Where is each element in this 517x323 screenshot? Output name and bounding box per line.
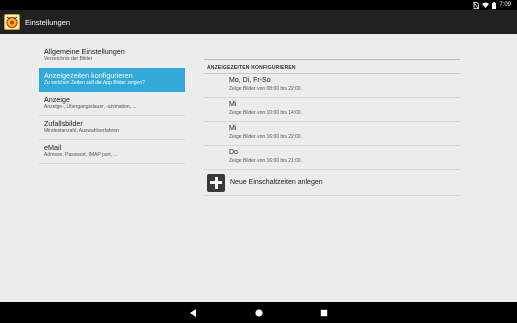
settings-item-subtitle: Verzeichnis der Bilder	[44, 56, 93, 62]
settings-item-subtitle: Mindestanzahl, Auswahlverfahren	[44, 128, 119, 134]
time-slot-range: Zeige Bilder von 10:00 bis 14:00.	[229, 110, 303, 116]
time-slot-days: Mi	[229, 125, 237, 132]
recent-square-icon[interactable]	[319, 308, 329, 318]
time-slot-days: Do	[229, 149, 238, 156]
time-slot-item[interactable]: Do Zeige Bilder von 16:00 bis 21:00.	[204, 146, 460, 170]
navigation-bar	[0, 302, 517, 323]
settings-item-title: Allgemeine Einstellungen	[44, 47, 125, 56]
plus-icon	[207, 173, 225, 192]
back-triangle-icon[interactable]	[188, 308, 198, 318]
settings-item-subtitle: Adresse, Passwort, IMAP port, ...	[44, 152, 118, 158]
time-slot-item[interactable]: Mo, Di, Fr-So Zeige Bilder von 08:00 bis…	[204, 74, 460, 98]
app-logo-icon	[4, 14, 20, 30]
settings-item-title: Anzeige	[44, 95, 70, 104]
settings-item-random-images[interactable]: Zufallsbilder Mindestanzahl, Auswahlverf…	[39, 116, 185, 140]
status-icons: 7:09	[473, 0, 511, 10]
wifi-icon	[482, 2, 490, 8]
status-bar: 7:09	[0, 0, 517, 10]
home-circle-icon[interactable]	[254, 308, 264, 318]
settings-item-display-times[interactable]: Anzeigezeiten konfigurieren Zu welchen Z…	[39, 68, 185, 92]
settings-item-display[interactable]: Anzeige Anzeige-, Übergangsdauer, -anima…	[39, 92, 185, 116]
settings-item-general[interactable]: Allgemeine Einstellungen Verzeichnis der…	[39, 44, 185, 68]
settings-item-subtitle: Anzeige-, Übergangsdauer, -animation, ..…	[44, 104, 137, 110]
settings-item-subtitle: Zu welchen Zeiten soll die App Bilder ze…	[44, 80, 145, 86]
time-slot-range: Zeige Bilder von 16:00 bis 21:00.	[229, 158, 303, 164]
status-time: 7:09	[499, 2, 511, 8]
time-slot-item[interactable]: Mi Zeige Bilder von 10:00 bis 14:00.	[204, 98, 460, 122]
battery-icon	[492, 1, 497, 9]
no-sim-icon	[473, 1, 480, 9]
section-header: ANZEIGEZEITEN KONFIGURIEREN	[204, 60, 460, 74]
settings-headers-list: Allgemeine Einstellungen Verzeichnis der…	[39, 44, 185, 164]
display-times-pane: ANZEIGEZEITEN KONFIGURIEREN Mo, Di, Fr-S…	[204, 59, 460, 196]
add-time-slot-label: Neue Einschaltzeiten anlegen	[230, 179, 323, 186]
settings-item-title: eMail	[44, 143, 62, 152]
time-slot-days: Mo, Di, Fr-So	[229, 77, 271, 84]
app-title: Einstellungen	[25, 17, 71, 27]
time-slot-range: Zeige Bilder von 16:00 bis 22:00.	[229, 134, 303, 140]
settings-item-title: Anzeigezeiten konfigurieren	[44, 71, 133, 80]
add-time-slot-button[interactable]: Neue Einschaltzeiten anlegen	[204, 170, 460, 196]
settings-item-title: Zufallsbilder	[44, 119, 83, 128]
settings-item-email[interactable]: eMail Adresse, Passwort, IMAP port, ...	[39, 140, 185, 164]
settings-content: Allgemeine Einstellungen Verzeichnis der…	[0, 34, 517, 302]
time-slot-item[interactable]: Mi Zeige Bilder von 16:00 bis 22:00.	[204, 122, 460, 146]
time-slot-days: Mi	[229, 101, 237, 108]
time-slot-range: Zeige Bilder von 08:00 bis 22:00.	[229, 86, 303, 92]
app-bar: Einstellungen	[0, 10, 517, 34]
